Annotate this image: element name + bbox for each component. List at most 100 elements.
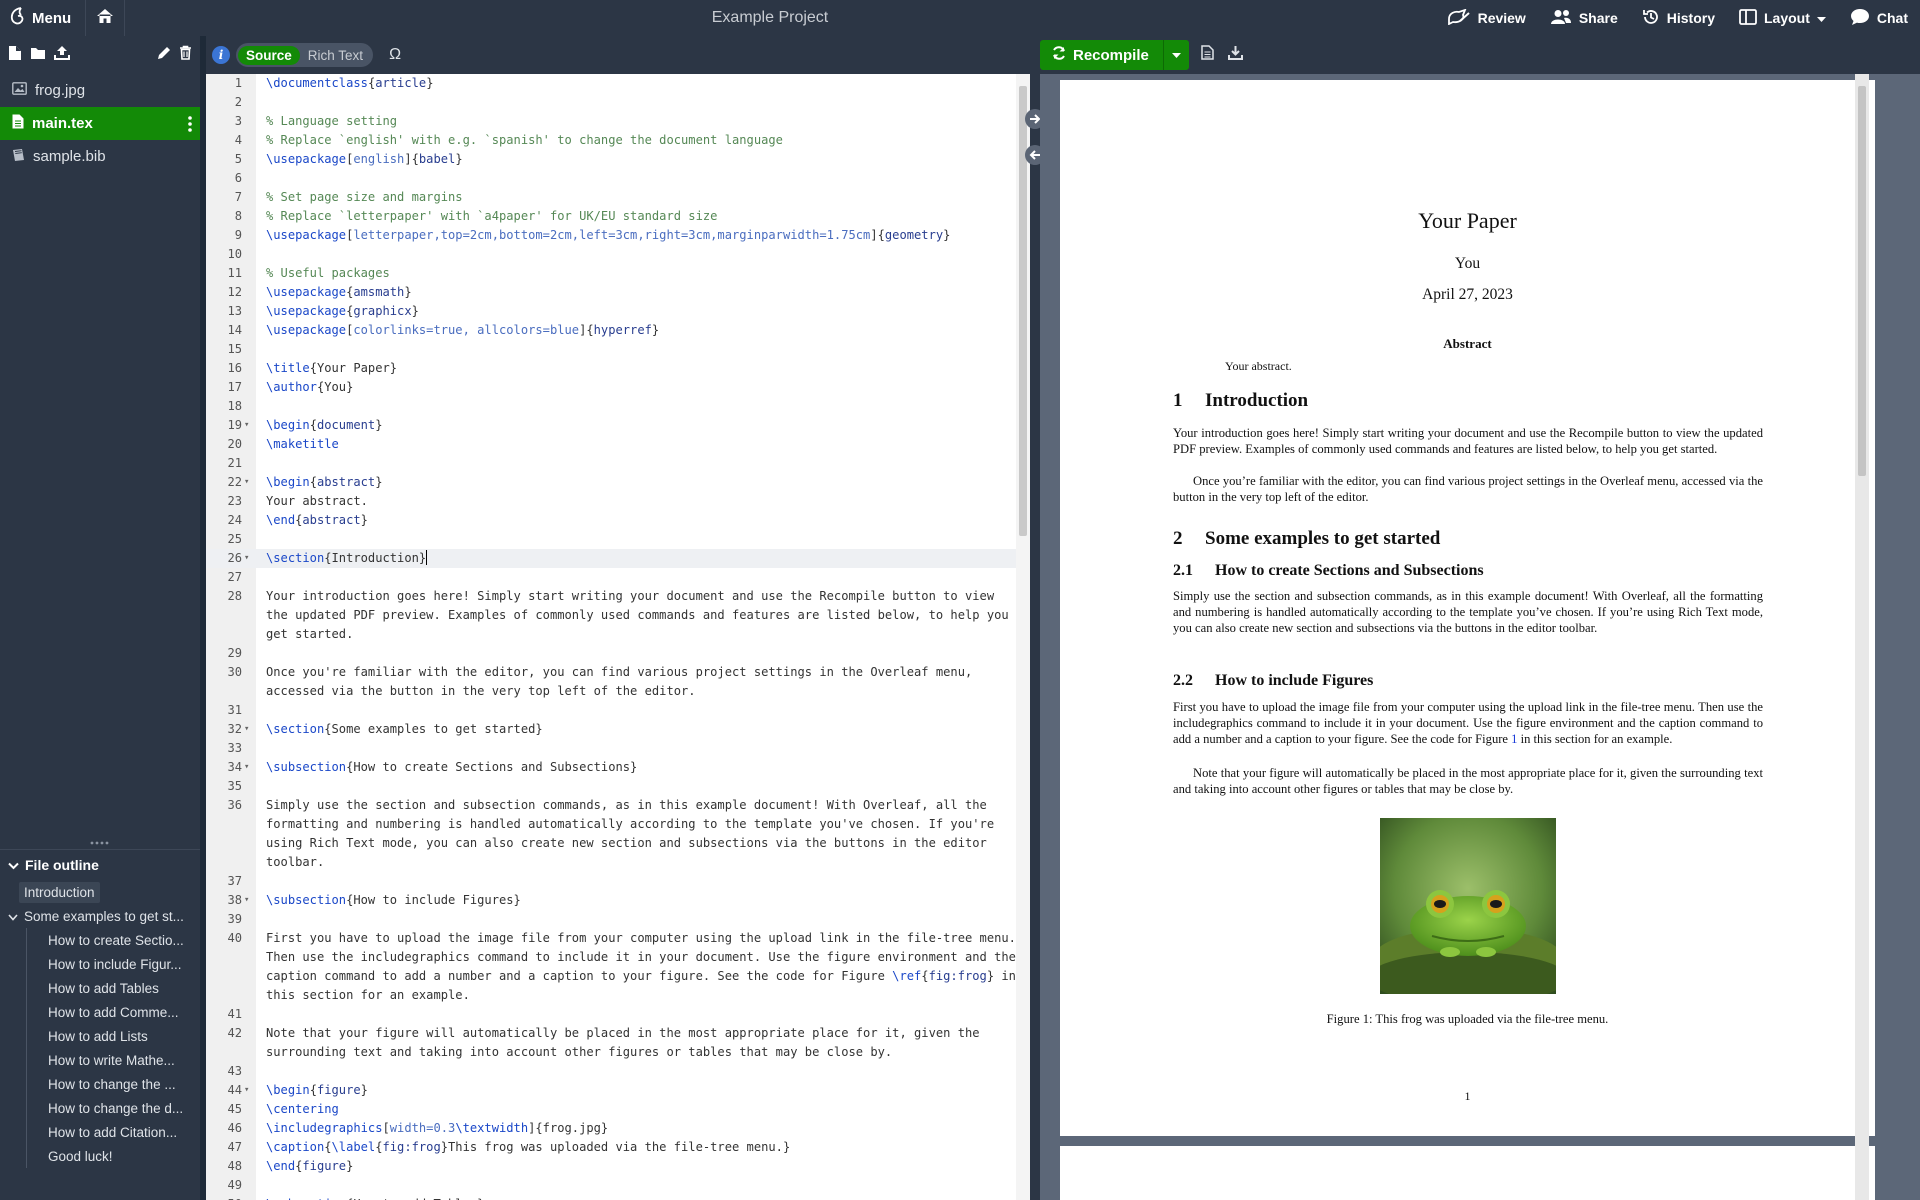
code-line[interactable]: 45 \centering: [206, 1100, 1016, 1119]
code-line[interactable]: 19 ▾ \begin{document}: [206, 416, 1016, 435]
code-line[interactable]: 30 Once you're familiar with the editor, …: [206, 663, 1016, 701]
code-line[interactable]: 37: [206, 872, 1016, 891]
outline-item-citations[interactable]: How to add Citation...: [27, 1120, 200, 1144]
code-line[interactable]: 16 \title{Your Paper}: [206, 359, 1016, 378]
code-line[interactable]: 8 % Replace `letterpaper' with `a4paper' …: [206, 207, 1016, 226]
upload-icon[interactable]: [54, 45, 70, 65]
file-item-main-tex[interactable]: main.tex: [0, 107, 200, 140]
code-line[interactable]: 35: [206, 777, 1016, 796]
code-line[interactable]: 29: [206, 644, 1016, 663]
outline-item-good-luck[interactable]: Good luck!: [27, 1144, 200, 1168]
file-item-frog-jpg[interactable]: frog.jpg: [0, 74, 200, 107]
code-line[interactable]: 24 \end{abstract}: [206, 511, 1016, 530]
chevron-down-icon[interactable]: [8, 909, 18, 924]
outline-item-sections[interactable]: How to create Sectio...: [27, 928, 200, 952]
code-line[interactable]: 28 Your introduction goes here! Simply st…: [206, 587, 1016, 644]
code-line[interactable]: 32 ▾ \section{Some examples to get started…: [206, 720, 1016, 739]
rename-pencil-icon[interactable]: [157, 46, 171, 65]
code-line[interactable]: 4 % Replace `english' with e.g. `spanish'…: [206, 131, 1016, 150]
fold-toggle-icon[interactable]: ▾: [244, 1081, 249, 1100]
code-line[interactable]: 31: [206, 701, 1016, 720]
fold-toggle-icon[interactable]: ▾: [244, 720, 249, 739]
recompile-options-dropdown[interactable]: [1162, 40, 1189, 70]
code-line[interactable]: 50\subsection{How to add Tables}: [206, 1195, 1016, 1200]
outline-item-tables[interactable]: How to add Tables: [27, 976, 200, 1000]
code-line[interactable]: 15: [206, 340, 1016, 359]
code-line[interactable]: 9 \usepackage[letterpaper,top=2cm,bottom=…: [206, 226, 1016, 245]
code-line[interactable]: 36 Simply use the section and subsection …: [206, 796, 1016, 872]
code-line[interactable]: 7 % Set page size and margins: [206, 188, 1016, 207]
file-menu-kebab-icon[interactable]: [188, 116, 192, 136]
review-button[interactable]: Review: [1435, 0, 1538, 36]
fold-toggle-icon[interactable]: ▾: [244, 549, 249, 568]
pdf-scrollbar-thumb[interactable]: [1858, 86, 1866, 476]
code-line[interactable]: 21: [206, 454, 1016, 473]
code-line[interactable]: 3 % Language setting: [206, 112, 1016, 131]
outline-item-figures[interactable]: How to include Figur...: [27, 952, 200, 976]
code-line[interactable]: 38 ▾ \subsection{How to include Figures}: [206, 891, 1016, 910]
code-line[interactable]: 44 ▾ \begin{figure}: [206, 1081, 1016, 1100]
outline-item-lists[interactable]: How to add Lists: [27, 1024, 200, 1048]
outline-item-some-examples[interactable]: Some examples to get st...: [0, 904, 200, 928]
fold-toggle-icon[interactable]: ▾: [244, 758, 249, 777]
new-folder-icon[interactable]: [30, 46, 46, 65]
code-line[interactable]: 41: [206, 1005, 1016, 1024]
outline-item-comments[interactable]: How to add Comme...: [27, 1000, 200, 1024]
code-line[interactable]: 18: [206, 397, 1016, 416]
share-button[interactable]: Share: [1538, 0, 1630, 36]
code-line[interactable]: 22 ▾ \begin{abstract}: [206, 473, 1016, 492]
code-line[interactable]: 49: [206, 1176, 1016, 1195]
file-item-sample-bib[interactable]: sample.bib: [0, 140, 200, 173]
code-line[interactable]: 5 \usepackage[english]{babel}: [206, 150, 1016, 169]
code-line[interactable]: 40 First you have to upload the image fil…: [206, 929, 1016, 1005]
code-line[interactable]: 12 \usepackage{amsmath}: [206, 283, 1016, 302]
code-line[interactable]: 48 \end{figure}: [206, 1157, 1016, 1176]
source-mode-button[interactable]: Source: [238, 45, 300, 65]
outline-item-mathematics[interactable]: How to write Mathe...: [27, 1048, 200, 1072]
code-content[interactable]: 1 \documentclass{article} 2 3% Language set…: [206, 74, 1016, 1200]
code-editor[interactable]: 1 \documentclass{article} 2 3% Language set…: [206, 74, 1016, 1200]
editor-scrollbar[interactable]: [1016, 74, 1030, 1200]
file-outline-header[interactable]: File outline: [0, 850, 200, 880]
code-line[interactable]: 39: [206, 910, 1016, 929]
fold-toggle-icon[interactable]: ▾: [244, 473, 249, 492]
code-line[interactable]: 26 ▾ \section{Introduction}: [206, 549, 1016, 568]
history-button[interactable]: History: [1630, 0, 1727, 36]
code-line[interactable]: 17 \author{You}: [206, 378, 1016, 397]
new-file-icon[interactable]: [8, 45, 22, 66]
editor-mode-toggle[interactable]: Source Rich Text: [236, 43, 374, 67]
code-line[interactable]: 46 \includegraphics[width=0.3\textwidth]{…: [206, 1119, 1016, 1138]
layout-dropdown[interactable]: Layout: [1727, 0, 1838, 36]
fold-toggle-icon[interactable]: ▾: [244, 891, 249, 910]
code-line[interactable]: 1 \documentclass{article}: [206, 74, 1016, 93]
outline-item-change-language[interactable]: How to change the d...: [27, 1096, 200, 1120]
code-line[interactable]: 6: [206, 169, 1016, 188]
pane-splitter[interactable]: [1030, 36, 1040, 1200]
code-line[interactable]: 10: [206, 245, 1016, 264]
outline-resize-handle[interactable]: [0, 837, 200, 849]
rich-text-mode-button[interactable]: Rich Text: [300, 46, 371, 65]
code-line[interactable]: 23 Your abstract.: [206, 492, 1016, 511]
code-line[interactable]: 13 \usepackage{graphicx}: [206, 302, 1016, 321]
pdf-scrollbar[interactable]: [1855, 74, 1869, 1200]
code-line[interactable]: 43: [206, 1062, 1016, 1081]
code-line[interactable]: 25: [206, 530, 1016, 549]
symbol-palette-button[interactable]: Ω: [389, 46, 401, 64]
code-line[interactable]: 2: [206, 93, 1016, 112]
chat-button[interactable]: Chat: [1838, 0, 1920, 36]
code-line[interactable]: 33: [206, 739, 1016, 758]
code-line[interactable]: 47 \caption{\label{fig:frog}This frog was…: [206, 1138, 1016, 1157]
view-logs-document-icon[interactable]: [1201, 45, 1214, 65]
outline-item-change-margins[interactable]: How to change the ...: [27, 1072, 200, 1096]
fold-toggle-icon[interactable]: ▾: [244, 416, 249, 435]
recompile-button[interactable]: Recompile: [1040, 46, 1163, 64]
code-line[interactable]: 20 \maketitle: [206, 435, 1016, 454]
delete-trash-icon[interactable]: [179, 45, 192, 65]
code-line[interactable]: 34 ▾ \subsection{How to create Sections an…: [206, 758, 1016, 777]
code-line[interactable]: 11 % Useful packages: [206, 264, 1016, 283]
info-icon[interactable]: i: [212, 46, 230, 64]
outline-item-introduction[interactable]: Introduction: [0, 880, 200, 904]
code-line[interactable]: 27: [206, 568, 1016, 587]
code-line[interactable]: 14 \usepackage[colorlinks=true, allcolors…: [206, 321, 1016, 340]
code-line[interactable]: 42 Note that your figure will automatical…: [206, 1024, 1016, 1062]
